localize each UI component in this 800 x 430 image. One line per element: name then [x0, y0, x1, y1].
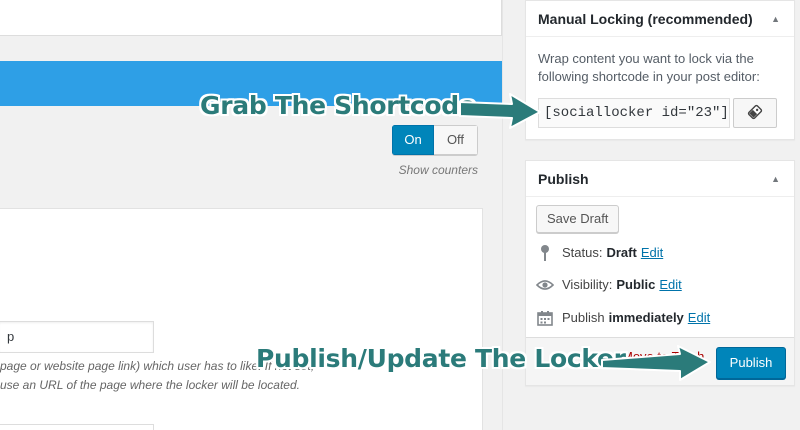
- visibility-value: Public: [616, 277, 656, 292]
- calendar-icon: [536, 309, 554, 327]
- schedule-label: Publish: [562, 310, 605, 325]
- publish-header[interactable]: Publish ▲: [526, 161, 794, 197]
- counters-on-button[interactable]: On: [392, 125, 434, 155]
- status-value: Draft: [606, 245, 637, 260]
- post-title-field[interactable]: [0, 0, 502, 36]
- visibility-row: Visibility: Public Edit: [536, 274, 682, 296]
- manual-locking-description: Wrap content you want to lock via the fo…: [538, 51, 760, 84]
- pin-icon: [536, 244, 554, 262]
- status-row: Status: Draft Edit: [536, 242, 663, 264]
- edit-status-link[interactable]: Edit: [641, 242, 663, 264]
- visibility-label: Visibility:: [562, 277, 613, 292]
- shortcode-arrow-icon: [459, 93, 541, 129]
- publish-button[interactable]: Publish: [716, 347, 786, 379]
- manual-locking-title: Manual Locking (recommended): [538, 11, 753, 27]
- edit-schedule-link[interactable]: Edit: [688, 307, 710, 329]
- url-help-line-2: use an URL of the page where the locker …: [0, 378, 300, 392]
- schedule-row: Publish immediately Edit: [536, 307, 710, 329]
- tag-icon: [747, 104, 763, 123]
- show-counters-caption: Show counters: [398, 163, 478, 177]
- url-to-like-input[interactable]: p: [0, 321, 154, 353]
- save-draft-button[interactable]: Save Draft: [536, 205, 620, 233]
- copy-shortcode-button[interactable]: [733, 98, 777, 128]
- eye-icon: [536, 276, 554, 294]
- manual-locking-box: Manual Locking (recommended) ▲ Wrap cont…: [525, 0, 795, 140]
- locker-settings-panel: [0, 208, 483, 430]
- schedule-value: immediately: [608, 310, 684, 325]
- status-label: Status:: [562, 245, 603, 260]
- publish-update-callout: Publish/Update The Locker: [256, 344, 626, 373]
- collapse-caret-icon[interactable]: ▲: [771, 161, 780, 197]
- publish-arrow-icon: [601, 345, 711, 381]
- grab-shortcode-callout: Grab The Shortcode: [200, 91, 476, 120]
- collapse-caret-icon[interactable]: ▲: [771, 1, 780, 37]
- edit-visibility-link[interactable]: Edit: [659, 274, 681, 296]
- publish-box-title: Publish: [538, 171, 589, 187]
- manual-locking-header[interactable]: Manual Locking (recommended) ▲: [526, 1, 794, 37]
- shortcode-field[interactable]: [sociallocker id="23"][/sociallocker]: [538, 98, 730, 128]
- secondary-input[interactable]: [0, 424, 154, 430]
